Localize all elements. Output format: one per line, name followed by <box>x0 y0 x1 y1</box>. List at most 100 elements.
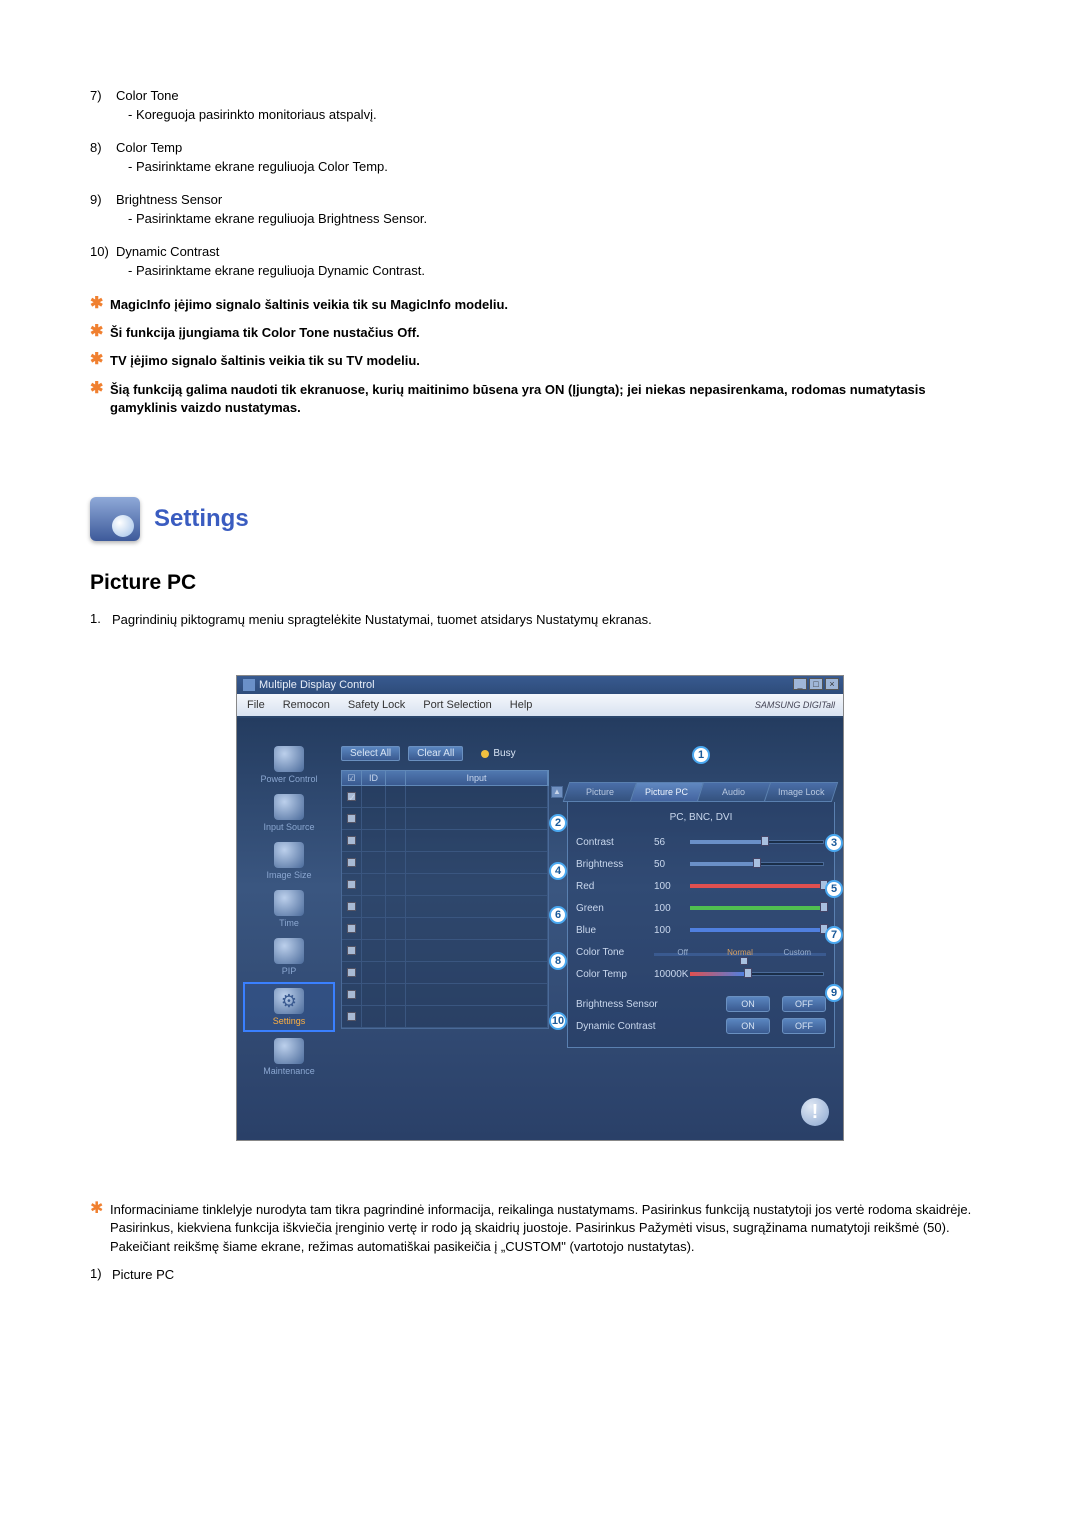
maintenance-icon <box>274 1038 304 1064</box>
menu-safety-lock[interactable]: Safety Lock <box>348 699 405 711</box>
slider[interactable] <box>690 927 824 933</box>
slider[interactable] <box>690 905 824 911</box>
busy-indicator: Busy <box>481 748 515 759</box>
pip-icon <box>274 938 304 964</box>
table-row[interactable] <box>342 940 548 962</box>
slider[interactable] <box>690 861 824 867</box>
slider-row: Green100 <box>576 897 826 919</box>
menu-help[interactable]: Help <box>510 699 533 711</box>
slider[interactable] <box>690 883 824 889</box>
close-button[interactable]: × <box>825 678 839 690</box>
callout-10: 10 <box>549 1012 567 1030</box>
scroll-up-button[interactable]: ▲ <box>551 786 563 798</box>
checkbox[interactable] <box>347 946 356 955</box>
app-screenshot: Multiple Display Control _ □ × File Remo… <box>236 675 844 1141</box>
table-row[interactable] <box>342 984 548 1006</box>
slider-row: Red100 <box>576 875 826 897</box>
dynamic-contrast-row: Dynamic Contrast ON OFF <box>576 1015 826 1037</box>
callout-9: 9 <box>825 984 843 1002</box>
sidebar-item-settings[interactable]: Settings <box>243 982 335 1032</box>
tab-image-lock[interactable]: Image Lock <box>764 782 838 802</box>
star-note: ✱TV įėjimo signalo šaltinis veikia tik s… <box>90 352 990 370</box>
table-row[interactable]: ✓ <box>342 786 548 808</box>
image-size-icon <box>274 842 304 868</box>
table-row[interactable] <box>342 808 548 830</box>
settings-section-icon <box>90 497 140 541</box>
star-icon: ✱ <box>90 1201 110 1217</box>
window-controls[interactable]: _ □ × <box>793 678 839 690</box>
table-row[interactable] <box>342 962 548 984</box>
checkbox[interactable] <box>347 902 356 911</box>
callout-3: 3 <box>825 834 843 852</box>
sidebar-item-time[interactable]: Time <box>243 886 335 932</box>
list-item-8: 8) Color Temp - Pasirinktame ekrane regu… <box>90 140 990 174</box>
star-notes: ✱MagicInfo įėjimo signalo šaltinis veiki… <box>90 296 990 417</box>
brand-logo: SAMSUNG DIGITall <box>755 700 835 710</box>
color-temp-row: Color Temp 10000K <box>576 963 826 985</box>
checkbox[interactable] <box>347 858 356 867</box>
info-star-note: ✱ Informaciniame tinklelyje nurodyta tam… <box>90 1201 990 1256</box>
gear-icon <box>274 988 304 1014</box>
star-icon: ✱ <box>90 381 110 397</box>
table-row[interactable] <box>342 874 548 896</box>
step-1: 1. Pagrindinių piktogramų meniu spragtel… <box>90 611 990 629</box>
checkbox[interactable] <box>347 814 356 823</box>
settings-title: Settings <box>154 505 249 533</box>
checkbox[interactable] <box>347 836 356 845</box>
input-icon <box>274 794 304 820</box>
checkbox[interactable] <box>347 880 356 889</box>
menu-remocon[interactable]: Remocon <box>283 699 330 711</box>
brightness-sensor-off[interactable]: OFF <box>782 996 826 1012</box>
callout-5: 5 <box>825 880 843 898</box>
menu-file[interactable]: File <box>247 699 265 711</box>
minimize-button[interactable]: _ <box>793 678 807 690</box>
tab-audio[interactable]: Audio <box>697 782 771 802</box>
table-row[interactable] <box>342 852 548 874</box>
callout-4: 4 <box>549 862 567 880</box>
checkbox[interactable] <box>347 924 356 933</box>
sidebar-item-pip[interactable]: PIP <box>243 934 335 980</box>
menu-port-selection[interactable]: Port Selection <box>423 699 491 711</box>
sidebar-item-input-source[interactable]: Input Source <box>243 790 335 836</box>
table-row[interactable] <box>342 918 548 940</box>
brightness-sensor-on[interactable]: ON <box>726 996 770 1012</box>
callout-8: 8 <box>549 952 567 970</box>
sidebar-item-maintenance[interactable]: Maintenance <box>243 1034 335 1080</box>
table-row[interactable] <box>342 896 548 918</box>
callout-6: 6 <box>549 906 567 924</box>
toolbar: Select All Clear All Busy <box>341 746 516 761</box>
checkbox[interactable] <box>347 990 356 999</box>
bottom-item-1: 1) Picture PC <box>90 1266 990 1284</box>
dynamic-contrast-on[interactable]: ON <box>726 1018 770 1034</box>
sidebar-item-power-control[interactable]: Power Control <box>243 742 335 788</box>
time-icon <box>274 890 304 916</box>
star-icon: ✱ <box>90 352 110 368</box>
display-grid: ☑ ID Input ✓ ▲ <box>341 770 549 1029</box>
settings-header: Settings <box>90 497 990 541</box>
sidebar-item-image-size[interactable]: Image Size <box>243 838 335 884</box>
color-tone-slider[interactable]: Off Normal Custom <box>654 948 826 956</box>
maximize-button[interactable]: □ <box>809 678 823 690</box>
table-row[interactable] <box>342 1006 548 1028</box>
dynamic-contrast-off[interactable]: OFF <box>782 1018 826 1034</box>
busy-dot-icon <box>481 750 489 758</box>
clear-all-button[interactable]: Clear All <box>408 746 463 761</box>
select-all-button[interactable]: Select All <box>341 746 400 761</box>
list-item-7: 7) Color Tone - Koreguoja pasirinkto mon… <box>90 88 990 122</box>
checkbox[interactable] <box>347 1012 356 1021</box>
color-temp-slider[interactable] <box>690 971 824 977</box>
tab-picture-pc[interactable]: Picture PC <box>630 782 704 802</box>
slider[interactable] <box>690 839 824 845</box>
brightness-sensor-row: Brightness Sensor ON OFF <box>576 993 826 1015</box>
slider-row: Blue100 <box>576 919 826 941</box>
color-tone-row: Color Tone Off Normal Custom <box>576 941 826 963</box>
menu-bar[interactable]: File Remocon Safety Lock Port Selection … <box>237 694 843 716</box>
slider-row: Contrast56 <box>576 831 826 853</box>
checkbox[interactable]: ✓ <box>347 792 356 801</box>
settings-panel: 1 Picture Picture PC Audio Image Lock PC… <box>567 746 835 1090</box>
checkbox[interactable] <box>347 968 356 977</box>
list-item-9: 9) Brightness Sensor - Pasirinktame ekra… <box>90 192 990 226</box>
tab-picture[interactable]: Picture <box>563 782 637 802</box>
table-row[interactable] <box>342 830 548 852</box>
power-icon <box>274 746 304 772</box>
